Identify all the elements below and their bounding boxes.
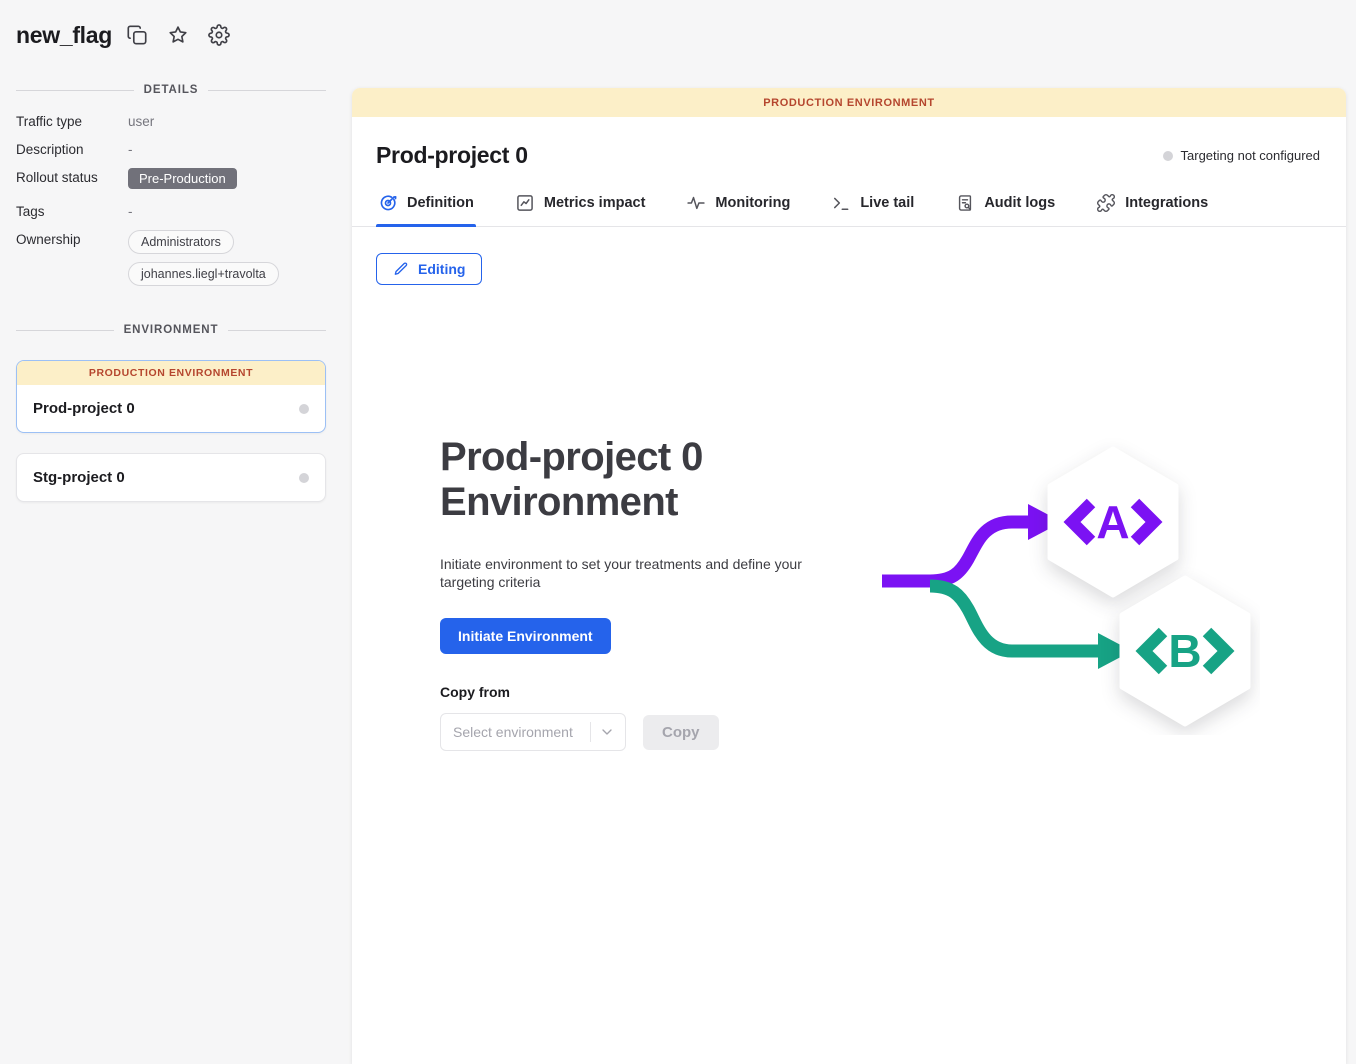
detail-row-tags: Tags - (16, 202, 326, 219)
page-header: new_flag (0, 0, 1356, 70)
detail-value: user (128, 112, 154, 129)
owner-pill: johannes.liegl+travolta (128, 262, 279, 286)
tab-label: Monitoring (715, 195, 790, 211)
gear-icon[interactable] (208, 24, 230, 46)
ab-split-svg: A B (870, 435, 1260, 735)
flag-name-title: new_flag (16, 22, 112, 49)
environment-card-prod[interactable]: PRODUCTION ENVIRONMENT Prod-project 0 (16, 360, 326, 433)
sidebar: DETAILS Traffic type user Description - … (0, 70, 352, 1064)
details-heading-label: DETAILS (144, 84, 199, 96)
copy-from-controls: Select environment Copy (440, 713, 860, 751)
flag-header-actions (126, 24, 230, 46)
details-section-heading: DETAILS (16, 84, 326, 96)
variant-b-letter: B (1168, 625, 1201, 677)
tab-label: Definition (407, 195, 474, 211)
terminal-icon (831, 193, 851, 213)
editing-button-label: Editing (418, 261, 465, 277)
ownership-pills: Administrators johannes.liegl+travolta (128, 230, 279, 286)
environment-heading-label: ENVIRONMENT (124, 324, 219, 336)
variant-a-hexagon: A (1050, 449, 1176, 595)
initiate-environment-button[interactable]: Initiate Environment (440, 618, 611, 654)
divider (16, 330, 114, 331)
detail-value: - (128, 140, 133, 157)
panel-header: Prod-project 0 Targeting not configured (352, 117, 1346, 169)
empty-state-text-column: Prod-project 0 Environment Initiate envi… (440, 435, 860, 751)
variant-b-arrow-line (930, 586, 1100, 651)
tab-live-tail[interactable]: Live tail (829, 185, 916, 226)
divider (228, 330, 326, 331)
detail-label: Description (16, 140, 128, 157)
star-icon[interactable] (167, 24, 189, 46)
detail-label: Rollout status (16, 168, 128, 185)
detail-label: Traffic type (16, 112, 128, 129)
environment-status-dot (299, 473, 309, 483)
targeting-status-dot (1163, 151, 1173, 161)
tab-monitoring[interactable]: Monitoring (684, 185, 792, 226)
environment-card-body: Prod-project 0 (17, 385, 325, 432)
environment-card-stg[interactable]: Stg-project 0 (16, 453, 326, 502)
environment-title: Prod-project 0 (376, 142, 528, 169)
copy-button[interactable]: Copy (643, 715, 719, 750)
empty-state-heading: Prod-project 0 Environment (440, 435, 780, 525)
variant-a-arrow-line (882, 522, 1030, 581)
copy-from-select[interactable]: Select environment (440, 713, 626, 751)
select-placeholder: Select environment (453, 724, 586, 740)
rollout-status-badge: Pre-Production (128, 168, 237, 189)
environment-section-heading: ENVIRONMENT (16, 324, 326, 336)
tab-label: Integrations (1125, 195, 1208, 211)
tab-label: Metrics impact (544, 195, 646, 211)
environment-empty-state: Prod-project 0 Environment Initiate envi… (352, 435, 1346, 751)
targeting-status: Targeting not configured (1163, 148, 1320, 163)
pencil-icon (393, 261, 409, 277)
tab-bar: Definition Metrics impact Monitoring Liv… (352, 185, 1346, 227)
detail-label: Ownership (16, 230, 128, 247)
detail-row-rollout-status: Rollout status Pre-Production (16, 168, 326, 189)
environment-status-dot (299, 404, 309, 414)
environment-card-body: Stg-project 0 (17, 454, 325, 501)
tab-label: Live tail (860, 195, 914, 211)
detail-value: - (128, 202, 133, 219)
environment-name: Prod-project 0 (33, 400, 135, 417)
detail-row-traffic-type: Traffic type user (16, 112, 326, 129)
divider (208, 90, 326, 91)
tab-metrics-impact[interactable]: Metrics impact (513, 185, 648, 226)
tab-integrations[interactable]: Integrations (1094, 185, 1210, 226)
owner-pill: Administrators (128, 230, 234, 254)
detail-label: Tags (16, 202, 128, 219)
puzzle-icon (1096, 193, 1116, 213)
audit-log-icon (955, 193, 975, 213)
chart-icon (515, 193, 535, 213)
tab-label: Audit logs (984, 195, 1055, 211)
environment-name: Stg-project 0 (33, 469, 125, 486)
pulse-icon (686, 193, 706, 213)
variant-b-hexagon: B (1122, 578, 1248, 724)
ab-split-illustration: A B (870, 435, 1260, 751)
divider (16, 90, 134, 91)
tab-audit-logs[interactable]: Audit logs (953, 185, 1057, 226)
target-icon (378, 193, 398, 213)
detail-row-description: Description - (16, 140, 326, 157)
targeting-status-label: Targeting not configured (1181, 148, 1320, 163)
detail-row-ownership: Ownership Administrators johannes.liegl+… (16, 230, 326, 286)
production-environment-banner: PRODUCTION ENVIRONMENT (352, 88, 1346, 117)
empty-state-description: Initiate environment to set your treatme… (440, 555, 802, 593)
chevron-down-icon (599, 724, 615, 740)
copy-from-label: Copy from (440, 684, 860, 700)
divider (590, 722, 591, 742)
tab-definition[interactable]: Definition (376, 185, 476, 226)
variant-a-letter: A (1096, 496, 1129, 548)
main-panel: PRODUCTION ENVIRONMENT Prod-project 0 Ta… (352, 88, 1346, 1064)
editing-button[interactable]: Editing (376, 253, 482, 285)
copy-icon[interactable] (126, 24, 148, 46)
production-environment-banner: PRODUCTION ENVIRONMENT (17, 361, 325, 385)
